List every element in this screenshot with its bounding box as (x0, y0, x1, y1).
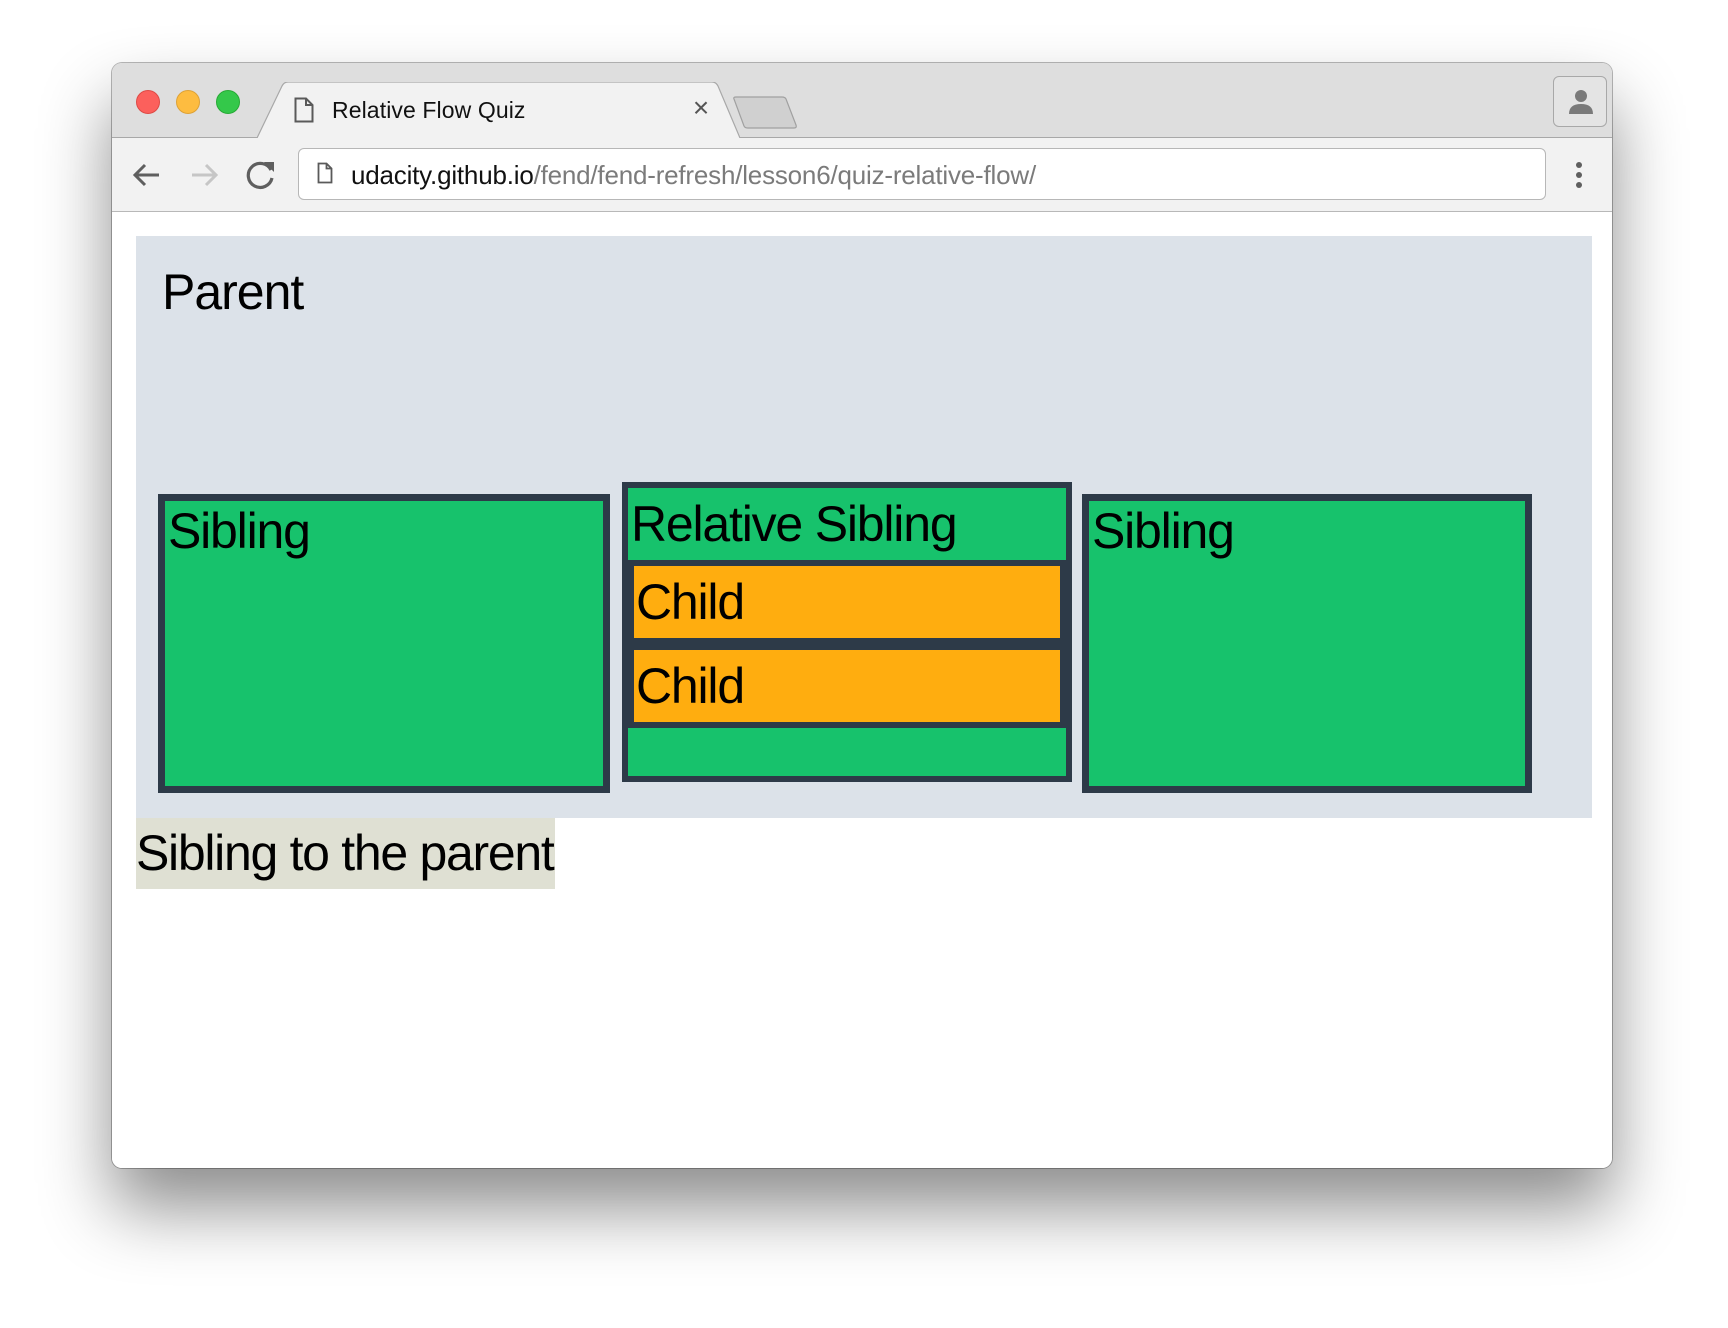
tab-title: Relative Flow Quiz (332, 97, 526, 123)
page-content: Parent Sibling Relative Sibling Child Ch… (112, 212, 1612, 1168)
sibling-label: Sibling (168, 503, 311, 559)
tab-strip: Relative Flow Quiz × (112, 63, 1612, 138)
page-info-icon[interactable] (317, 162, 333, 184)
url-path: /fend/fend-refresh/lesson6/quiz-relative… (533, 160, 1037, 190)
sibling-label: Sibling (1092, 503, 1235, 559)
sibling-to-parent: Sibling to the parent (136, 818, 556, 889)
parent-box: Parent Sibling Relative Sibling Child Ch… (136, 236, 1592, 818)
close-window-button[interactable] (136, 90, 160, 114)
child-label: Child (636, 574, 745, 630)
child-box: Child (628, 560, 1066, 644)
url-host: udacity.github.io (351, 160, 534, 190)
child-label: Child (636, 658, 745, 714)
tab-relative-flow-quiz[interactable]: Relative Flow Quiz × (257, 82, 740, 138)
new-tab-icon[interactable] (732, 96, 798, 129)
arrow-left-icon[interactable] (130, 158, 164, 192)
profile-button[interactable] (1553, 76, 1607, 127)
reload-icon[interactable] (244, 158, 278, 192)
minimize-window-button[interactable] (176, 90, 200, 114)
maximize-window-button[interactable] (216, 90, 240, 114)
parent-title: Parent (162, 264, 304, 320)
browser-window: Relative Flow Quiz × udacity.github.io/f… (112, 63, 1612, 1168)
child-box: Child (628, 644, 1066, 728)
close-tab-icon[interactable]: × (689, 94, 713, 122)
url-text[interactable]: udacity.github.io/fend/fend-refresh/less… (351, 160, 1036, 191)
relative-sibling-box: Relative Sibling Child Child (622, 482, 1072, 782)
toolbar: udacity.github.io/fend/fend-refresh/less… (112, 138, 1612, 212)
kebab-menu-icon[interactable] (1567, 158, 1591, 192)
person-icon (1569, 90, 1593, 114)
arrow-right-icon[interactable] (187, 158, 221, 192)
document-icon (294, 97, 314, 123)
sibling-box: Sibling (1082, 494, 1532, 793)
relative-sibling-label: Relative Sibling (631, 496, 958, 552)
address-bar[interactable]: udacity.github.io/fend/fend-refresh/less… (298, 148, 1546, 200)
sibling-box: Sibling (158, 494, 610, 793)
